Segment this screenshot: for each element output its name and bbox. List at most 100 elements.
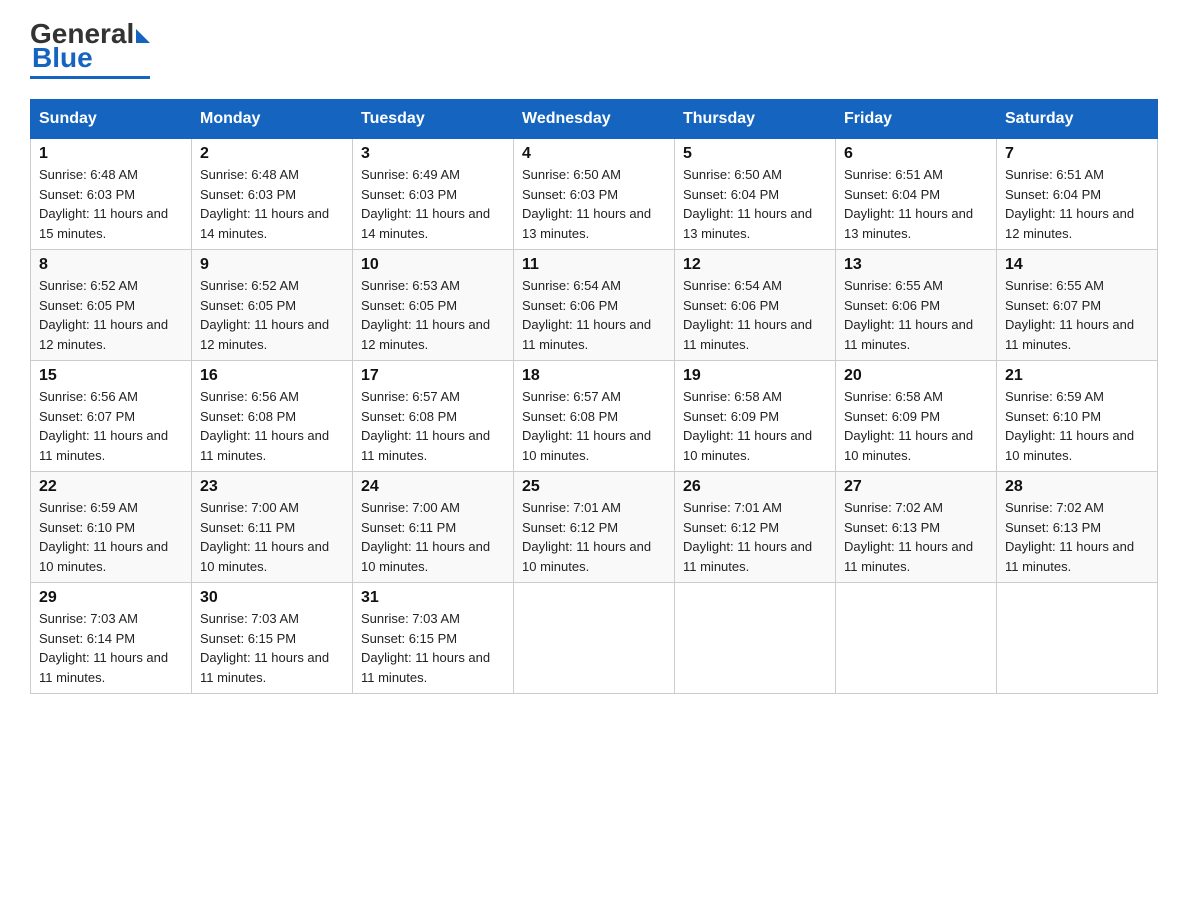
calendar-cell: 10 Sunrise: 6:53 AMSunset: 6:05 PMDaylig… bbox=[353, 250, 514, 361]
day-number: 3 bbox=[361, 145, 505, 163]
logo: General Blue bbox=[30, 20, 150, 79]
calendar-cell: 30 Sunrise: 7:03 AMSunset: 6:15 PMDaylig… bbox=[192, 583, 353, 694]
day-info: Sunrise: 6:48 AMSunset: 6:03 PMDaylight:… bbox=[200, 165, 344, 243]
calendar-cell bbox=[514, 583, 675, 694]
calendar-cell: 7 Sunrise: 6:51 AMSunset: 6:04 PMDayligh… bbox=[997, 139, 1158, 250]
calendar-cell: 22 Sunrise: 6:59 AMSunset: 6:10 PMDaylig… bbox=[31, 472, 192, 583]
column-header-sunday: Sunday bbox=[31, 100, 192, 139]
week-row-2: 8 Sunrise: 6:52 AMSunset: 6:05 PMDayligh… bbox=[31, 250, 1158, 361]
calendar-cell: 5 Sunrise: 6:50 AMSunset: 6:04 PMDayligh… bbox=[675, 139, 836, 250]
day-info: Sunrise: 7:02 AMSunset: 6:13 PMDaylight:… bbox=[844, 498, 988, 576]
day-number: 12 bbox=[683, 256, 827, 274]
calendar-cell: 12 Sunrise: 6:54 AMSunset: 6:06 PMDaylig… bbox=[675, 250, 836, 361]
day-info: Sunrise: 6:58 AMSunset: 6:09 PMDaylight:… bbox=[683, 387, 827, 465]
day-info: Sunrise: 6:57 AMSunset: 6:08 PMDaylight:… bbox=[361, 387, 505, 465]
day-info: Sunrise: 6:50 AMSunset: 6:03 PMDaylight:… bbox=[522, 165, 666, 243]
day-info: Sunrise: 7:03 AMSunset: 6:15 PMDaylight:… bbox=[200, 609, 344, 687]
day-info: Sunrise: 7:02 AMSunset: 6:13 PMDaylight:… bbox=[1005, 498, 1149, 576]
day-info: Sunrise: 6:54 AMSunset: 6:06 PMDaylight:… bbox=[683, 276, 827, 354]
calendar-cell bbox=[836, 583, 997, 694]
day-number: 13 bbox=[844, 256, 988, 274]
day-info: Sunrise: 7:03 AMSunset: 6:15 PMDaylight:… bbox=[361, 609, 505, 687]
calendar-cell: 6 Sunrise: 6:51 AMSunset: 6:04 PMDayligh… bbox=[836, 139, 997, 250]
day-number: 31 bbox=[361, 589, 505, 607]
calendar-cell: 23 Sunrise: 7:00 AMSunset: 6:11 PMDaylig… bbox=[192, 472, 353, 583]
day-info: Sunrise: 6:55 AMSunset: 6:07 PMDaylight:… bbox=[1005, 276, 1149, 354]
day-number: 28 bbox=[1005, 478, 1149, 496]
day-info: Sunrise: 6:51 AMSunset: 6:04 PMDaylight:… bbox=[844, 165, 988, 243]
column-header-monday: Monday bbox=[192, 100, 353, 139]
day-info: Sunrise: 7:01 AMSunset: 6:12 PMDaylight:… bbox=[522, 498, 666, 576]
day-number: 20 bbox=[844, 367, 988, 385]
calendar-cell: 4 Sunrise: 6:50 AMSunset: 6:03 PMDayligh… bbox=[514, 139, 675, 250]
day-info: Sunrise: 6:56 AMSunset: 6:08 PMDaylight:… bbox=[200, 387, 344, 465]
calendar-cell: 2 Sunrise: 6:48 AMSunset: 6:03 PMDayligh… bbox=[192, 139, 353, 250]
calendar-cell: 1 Sunrise: 6:48 AMSunset: 6:03 PMDayligh… bbox=[31, 139, 192, 250]
calendar-cell: 11 Sunrise: 6:54 AMSunset: 6:06 PMDaylig… bbox=[514, 250, 675, 361]
calendar-cell: 13 Sunrise: 6:55 AMSunset: 6:06 PMDaylig… bbox=[836, 250, 997, 361]
day-info: Sunrise: 6:49 AMSunset: 6:03 PMDaylight:… bbox=[361, 165, 505, 243]
logo-blue-text: Blue bbox=[32, 42, 93, 74]
week-row-4: 22 Sunrise: 6:59 AMSunset: 6:10 PMDaylig… bbox=[31, 472, 1158, 583]
calendar-cell: 20 Sunrise: 6:58 AMSunset: 6:09 PMDaylig… bbox=[836, 361, 997, 472]
day-number: 9 bbox=[200, 256, 344, 274]
day-number: 7 bbox=[1005, 145, 1149, 163]
day-number: 16 bbox=[200, 367, 344, 385]
day-number: 22 bbox=[39, 478, 183, 496]
calendar-cell: 24 Sunrise: 7:00 AMSunset: 6:11 PMDaylig… bbox=[353, 472, 514, 583]
day-info: Sunrise: 7:00 AMSunset: 6:11 PMDaylight:… bbox=[361, 498, 505, 576]
day-number: 21 bbox=[1005, 367, 1149, 385]
calendar-cell: 18 Sunrise: 6:57 AMSunset: 6:08 PMDaylig… bbox=[514, 361, 675, 472]
day-info: Sunrise: 6:50 AMSunset: 6:04 PMDaylight:… bbox=[683, 165, 827, 243]
calendar-cell: 28 Sunrise: 7:02 AMSunset: 6:13 PMDaylig… bbox=[997, 472, 1158, 583]
day-number: 25 bbox=[522, 478, 666, 496]
week-row-5: 29 Sunrise: 7:03 AMSunset: 6:14 PMDaylig… bbox=[31, 583, 1158, 694]
calendar-cell bbox=[675, 583, 836, 694]
day-number: 11 bbox=[522, 256, 666, 274]
day-info: Sunrise: 6:57 AMSunset: 6:08 PMDaylight:… bbox=[522, 387, 666, 465]
day-info: Sunrise: 6:52 AMSunset: 6:05 PMDaylight:… bbox=[39, 276, 183, 354]
column-header-thursday: Thursday bbox=[675, 100, 836, 139]
day-number: 15 bbox=[39, 367, 183, 385]
day-number: 14 bbox=[1005, 256, 1149, 274]
day-number: 2 bbox=[200, 145, 344, 163]
calendar-cell: 27 Sunrise: 7:02 AMSunset: 6:13 PMDaylig… bbox=[836, 472, 997, 583]
logo-arrow-icon bbox=[136, 29, 150, 43]
day-info: Sunrise: 7:01 AMSunset: 6:12 PMDaylight:… bbox=[683, 498, 827, 576]
day-info: Sunrise: 7:03 AMSunset: 6:14 PMDaylight:… bbox=[39, 609, 183, 687]
day-info: Sunrise: 6:51 AMSunset: 6:04 PMDaylight:… bbox=[1005, 165, 1149, 243]
day-info: Sunrise: 7:00 AMSunset: 6:11 PMDaylight:… bbox=[200, 498, 344, 576]
calendar-cell: 19 Sunrise: 6:58 AMSunset: 6:09 PMDaylig… bbox=[675, 361, 836, 472]
calendar-cell: 9 Sunrise: 6:52 AMSunset: 6:05 PMDayligh… bbox=[192, 250, 353, 361]
day-info: Sunrise: 6:54 AMSunset: 6:06 PMDaylight:… bbox=[522, 276, 666, 354]
day-info: Sunrise: 6:58 AMSunset: 6:09 PMDaylight:… bbox=[844, 387, 988, 465]
day-info: Sunrise: 6:59 AMSunset: 6:10 PMDaylight:… bbox=[1005, 387, 1149, 465]
calendar-cell: 15 Sunrise: 6:56 AMSunset: 6:07 PMDaylig… bbox=[31, 361, 192, 472]
day-info: Sunrise: 6:53 AMSunset: 6:05 PMDaylight:… bbox=[361, 276, 505, 354]
day-number: 29 bbox=[39, 589, 183, 607]
day-number: 18 bbox=[522, 367, 666, 385]
calendar-cell: 26 Sunrise: 7:01 AMSunset: 6:12 PMDaylig… bbox=[675, 472, 836, 583]
day-number: 24 bbox=[361, 478, 505, 496]
day-number: 19 bbox=[683, 367, 827, 385]
calendar-cell: 25 Sunrise: 7:01 AMSunset: 6:12 PMDaylig… bbox=[514, 472, 675, 583]
calendar-cell bbox=[997, 583, 1158, 694]
column-header-tuesday: Tuesday bbox=[353, 100, 514, 139]
day-number: 6 bbox=[844, 145, 988, 163]
day-number: 8 bbox=[39, 256, 183, 274]
column-header-saturday: Saturday bbox=[997, 100, 1158, 139]
calendar-cell: 21 Sunrise: 6:59 AMSunset: 6:10 PMDaylig… bbox=[997, 361, 1158, 472]
day-number: 17 bbox=[361, 367, 505, 385]
week-row-3: 15 Sunrise: 6:56 AMSunset: 6:07 PMDaylig… bbox=[31, 361, 1158, 472]
day-number: 27 bbox=[844, 478, 988, 496]
day-info: Sunrise: 6:59 AMSunset: 6:10 PMDaylight:… bbox=[39, 498, 183, 576]
page-header: General Blue bbox=[30, 20, 1158, 79]
day-info: Sunrise: 6:48 AMSunset: 6:03 PMDaylight:… bbox=[39, 165, 183, 243]
day-number: 26 bbox=[683, 478, 827, 496]
logo-underline bbox=[30, 76, 150, 79]
header-row: SundayMondayTuesdayWednesdayThursdayFrid… bbox=[31, 100, 1158, 139]
calendar-cell: 14 Sunrise: 6:55 AMSunset: 6:07 PMDaylig… bbox=[997, 250, 1158, 361]
calendar-cell: 8 Sunrise: 6:52 AMSunset: 6:05 PMDayligh… bbox=[31, 250, 192, 361]
day-number: 10 bbox=[361, 256, 505, 274]
day-info: Sunrise: 6:56 AMSunset: 6:07 PMDaylight:… bbox=[39, 387, 183, 465]
